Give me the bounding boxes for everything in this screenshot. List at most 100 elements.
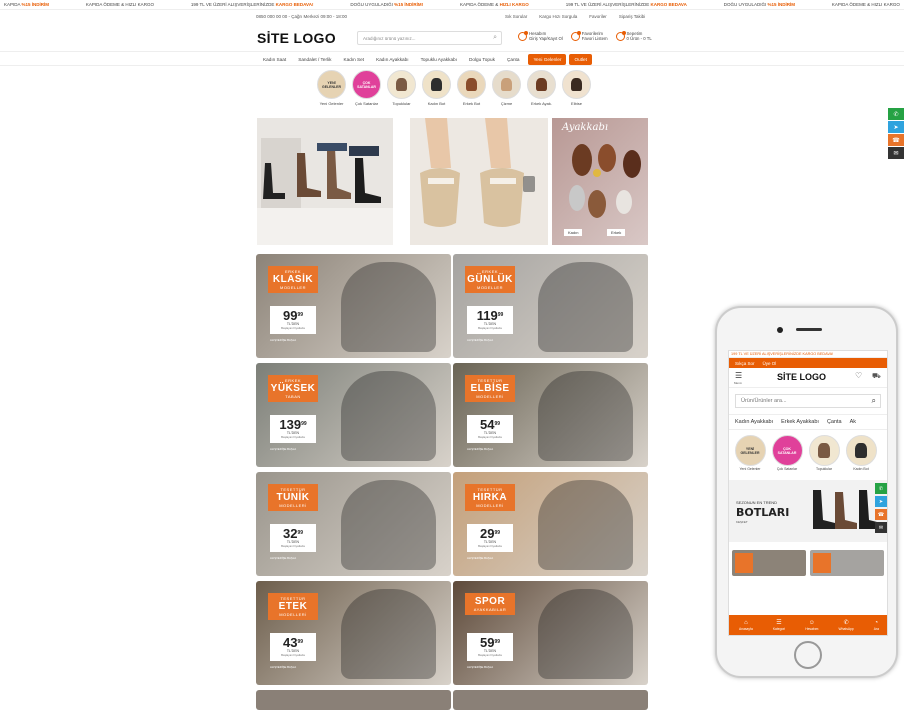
mobile-nav-item[interactable]: ☰ Kategori: [773, 620, 785, 631]
info-link-cargo[interactable]: Kargo Hızı Sorgula: [539, 14, 577, 19]
category-tile[interactable]: TESETTÜR TUNİK MODELLERİ 3299 TL'DEN Başlayan…: [256, 472, 451, 576]
category-tile[interactable]: [453, 690, 648, 710]
favorites-link[interactable]: Favorilerim Favori Listem: [570, 30, 608, 41]
category-circle-image: ÇOK SATANLAR: [352, 70, 381, 99]
whatsapp-icon[interactable]: ✆: [888, 108, 904, 120]
phone-icon[interactable]: ☎: [875, 509, 887, 520]
nav-item-kadin-saat[interactable]: Kadın Saat: [257, 54, 292, 65]
nav-item-sandalet[interactable]: Sandalet / Terlik: [292, 54, 337, 65]
tile-tag: TESETTÜR HIRKA MODELLERİ: [465, 484, 515, 511]
tile-cta[interactable]: ALIŞVERİŞE BAŞLA: [270, 447, 296, 451]
mobile-tile-tag: [735, 553, 753, 573]
whatsapp-icon[interactable]: ✆: [875, 483, 887, 494]
mobile-bottom-nav: ⌂ Anasayfa ☰ Kategori ☺ Hesabım ✆ WhatsApp ◔ Ara: [729, 615, 887, 635]
category-tile[interactable]: ERKEK YÜKSEK TABAN 13999 TL'DEN Başlayan Fiya…: [256, 363, 451, 467]
tile-price-cents: 99: [301, 421, 307, 427]
tile-cta[interactable]: ALIŞVERİŞE BAŞLA: [270, 338, 296, 342]
category-circle[interactable]: YENİ GELENLER Yeni Gelenler: [733, 435, 767, 471]
nav-item-kadin-ayakkabi[interactable]: Kadın Ayakkabı: [370, 54, 415, 65]
category-circle-image: [845, 435, 877, 466]
telegram-icon[interactable]: ➤: [888, 121, 904, 133]
mobile-cat-erkek[interactable]: Erkek Ayakkabı: [781, 419, 819, 425]
category-circle[interactable]: Çizme: [491, 70, 522, 106]
mobile-nav-item[interactable]: ⌂ Anasayfa: [739, 620, 753, 631]
nav-item-kadin-set[interactable]: Kadın Set: [337, 54, 370, 65]
category-tile[interactable]: ERKEK KLASİK MODELLER 9999 TL'DEN Başlayan Fi…: [256, 254, 451, 358]
tile-price-cents: 99: [497, 312, 504, 318]
search-input[interactable]: Aradığınız ürünü yazınız... ⌕: [357, 31, 502, 45]
mobile-search-icon[interactable]: ⌕: [872, 396, 876, 406]
telegram-icon[interactable]: ➤: [875, 496, 887, 507]
category-circle[interactable]: Topuklular: [807, 435, 841, 471]
category-shoe-icon: [571, 77, 582, 92]
category-circle[interactable]: Kadın Bot: [844, 435, 878, 471]
mobile-tile[interactable]: [732, 550, 806, 576]
mobile-search-input[interactable]: Ürün/Ürünler ara... ⌕: [735, 394, 881, 408]
banner-sandals[interactable]: [410, 118, 548, 245]
tile-cta[interactable]: ALIŞVERİŞE BAŞLA: [467, 665, 493, 669]
mail-icon[interactable]: ✉: [888, 147, 904, 159]
mobile-nav-item[interactable]: ◔ Ara: [874, 620, 879, 631]
category-circle[interactable]: ÇOK SATANLAR Çok Satanlar: [770, 435, 804, 471]
tile-cta[interactable]: ALIŞVERİŞE BAŞLA: [270, 556, 296, 560]
tile-cta[interactable]: ALIŞVERİŞE BAŞLA: [270, 665, 296, 669]
mobile-tile[interactable]: [810, 550, 884, 576]
tile-price: 43: [282, 635, 298, 650]
tile-price-box: 5999 TL'DEN Başlayan Fiyatlarla: [467, 633, 513, 661]
mobile-cat-canta[interactable]: Çanta: [827, 419, 842, 425]
category-tile[interactable]: SPOR AYAKKABILAR 5999 TL'DEN Başlayan Fiyatl…: [453, 581, 648, 685]
tile-cta[interactable]: ALIŞVERİŞE BAŞLA: [467, 338, 493, 342]
mobile-nav-label: Anasayfa: [739, 626, 753, 631]
category-tile[interactable]: TESETTÜR ETEK MODELLERİ 4399 TL'DEN Başlayan …: [256, 581, 451, 685]
banner-btn-kadin[interactable]: Kadın: [564, 229, 583, 236]
category-circle[interactable]: Kadın Bot: [421, 70, 452, 106]
nav-item-canta[interactable]: Çanta: [501, 54, 526, 65]
mail-icon[interactable]: ✉: [875, 522, 887, 533]
category-circle[interactable]: Topuklular: [386, 70, 417, 106]
new-arrivals-button[interactable]: Yeni Gelenler: [528, 54, 567, 65]
mobile-cat-more[interactable]: Ak: [850, 419, 856, 425]
category-circle-label: Çok Satanlar: [776, 467, 798, 471]
cart-link[interactable]: Sepetim 0 Ürün - 0 TL: [615, 30, 652, 41]
category-circle-image: YENİ GELENLER: [317, 70, 346, 99]
nav-item-dolgu[interactable]: Dolgu Topuk: [463, 54, 501, 65]
category-tile[interactable]: TESETTÜR HIRKA MODELLERİ 2999 TL'DEN Başlayan…: [453, 472, 648, 576]
mobile-nav-item[interactable]: ✆ WhatsApp: [839, 620, 854, 631]
info-link-order-tracking[interactable]: Sipariş Takibi: [619, 14, 645, 19]
tile-product-image: [341, 589, 436, 679]
category-circle[interactable]: Erkek Ayak.: [526, 70, 557, 106]
category-tile[interactable]: [256, 690, 451, 710]
info-link-faq[interactable]: Sık Sorular: [505, 14, 527, 19]
category-circle[interactable]: YENİ GELENLER Yeni Gelenler: [316, 70, 347, 106]
mobile-heart-icon[interactable]: ♡: [855, 371, 862, 380]
category-circle[interactable]: Elbise: [561, 70, 592, 106]
category-tile[interactable]: TESETTÜR ELBİSE MODELLERİ 5499 TL'DEN Başlaya…: [453, 363, 648, 467]
tile-cta[interactable]: ALIŞVERİŞE BAŞLA: [467, 447, 493, 451]
mobile-logo[interactable]: SİTE LOGO: [777, 372, 826, 382]
category-circle-label: Yeni Gelenler: [739, 467, 761, 471]
tile-tag: ERKEK KLASİK MODELLER: [268, 266, 318, 293]
tile-note: Başlayan Fiyatlarla: [478, 544, 502, 548]
banner-ayakkabi[interactable]: Ayakkabı Kadın Erkek: [552, 118, 648, 245]
category-circle[interactable]: ÇOK SATANLAR Çok Satanlar: [351, 70, 382, 106]
nav-item-topuklu[interactable]: Topuklu Ayakkabı: [415, 54, 463, 65]
mobile-cat-kadin[interactable]: Kadın Ayakkabı: [735, 419, 773, 425]
site-logo[interactable]: SİTE LOGO: [257, 30, 336, 46]
tile-price: 139: [279, 417, 302, 432]
mobile-signup-link[interactable]: Üye Ol: [763, 361, 777, 366]
category-tile[interactable]: ERKEK GÜNLÜK MODELLER 11999 TL'DEN Başlayan F…: [453, 254, 648, 358]
phone-icon[interactable]: ☎: [888, 134, 904, 146]
account-link[interactable]: Hesabım Giriş Yap/Kayıt Ol: [518, 30, 563, 41]
hamburger-icon[interactable]: ☰: [735, 371, 742, 380]
mobile-boots-banner[interactable]: SEZONUN EN TREND BOTLARI KEŞFET: [729, 480, 887, 542]
mobile-nav-item[interactable]: ☺ Hesabım: [805, 620, 818, 631]
search-icon[interactable]: ⌕: [493, 34, 497, 42]
tile-cta[interactable]: ALIŞVERİŞE BAŞLA: [467, 556, 493, 560]
category-circle[interactable]: Erkek Bot: [456, 70, 487, 106]
outlet-button[interactable]: Outlet: [569, 54, 592, 65]
mobile-cart-icon[interactable]: ⛟: [872, 372, 881, 381]
banner-boots[interactable]: [257, 118, 393, 245]
info-link-favorites[interactable]: Favoriler: [589, 14, 607, 19]
banner-btn-erkek[interactable]: Erkek: [607, 229, 626, 236]
mobile-faq-link[interactable]: Sıkça Sor: [735, 361, 755, 366]
